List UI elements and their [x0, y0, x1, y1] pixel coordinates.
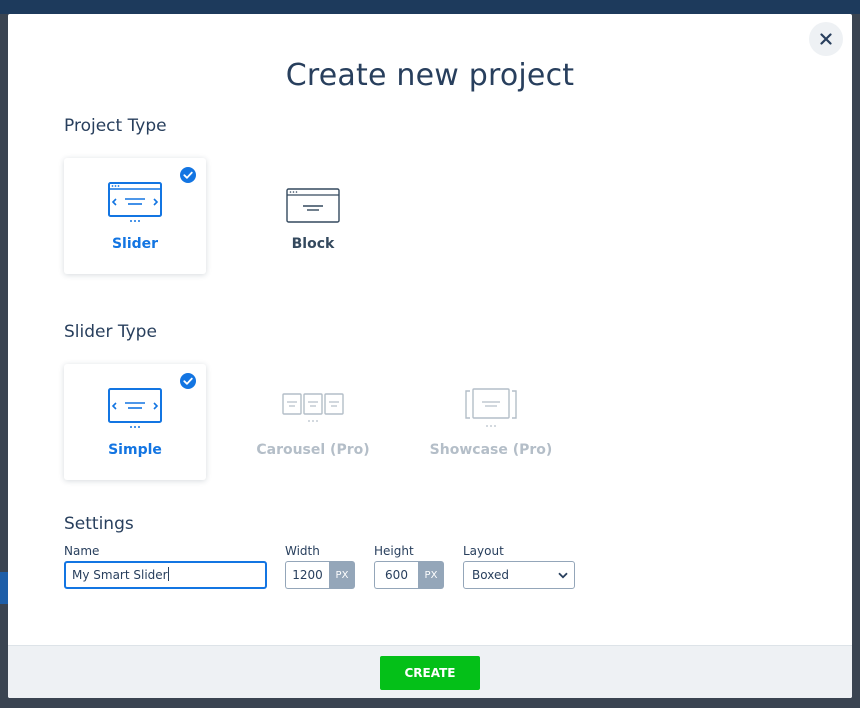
width-field: 1200 PX — [285, 561, 355, 589]
carousel-icon — [282, 393, 344, 422]
layout-label: Layout — [463, 544, 504, 558]
slider-type-showcase: Showcase (Pro) — [420, 364, 562, 480]
project-type-block-label: Block — [291, 236, 335, 252]
backdrop-element — [0, 572, 8, 604]
layout-select[interactable]: Boxed — [463, 561, 575, 589]
simple-slider-icon — [108, 388, 162, 428]
slider-icon — [108, 182, 162, 222]
close-button[interactable] — [809, 22, 843, 56]
showcase-icon — [465, 388, 517, 427]
chevron-down-icon — [558, 572, 568, 578]
name-input[interactable]: My Smart Slider — [64, 561, 267, 589]
backdrop-top — [0, 0, 860, 14]
modal-title: Create new project — [285, 58, 575, 93]
height-label: Height — [374, 544, 414, 558]
text-caret — [167, 567, 169, 581]
width-label: Width — [285, 544, 320, 558]
check-circle-icon — [180, 373, 196, 389]
settings-heading: Settings — [64, 514, 134, 534]
project-type-slider[interactable]: Slider — [64, 158, 206, 274]
slider-type-carousel: Carousel (Pro) — [242, 364, 384, 480]
width-unit: PX — [329, 561, 355, 589]
project-type-heading: Project Type — [64, 116, 167, 136]
width-input[interactable]: 1200 — [285, 561, 329, 589]
project-type-slider-label: Slider — [111, 236, 159, 252]
slider-type-simple-label: Simple — [108, 442, 162, 458]
name-value: My Smart Slider — [72, 568, 168, 582]
create-button[interactable]: CREATE — [380, 656, 480, 690]
slider-type-simple[interactable]: Simple — [64, 364, 206, 480]
slider-type-carousel-label: Carousel (Pro) — [256, 442, 370, 458]
modal-footer: CREATE — [8, 645, 852, 698]
slider-type-showcase-label: Showcase (Pro) — [429, 442, 553, 458]
height-unit: PX — [418, 561, 444, 589]
layout-value: Boxed — [472, 568, 509, 582]
create-project-modal: Create new project Project Type Slider B… — [8, 14, 852, 698]
height-input[interactable]: 600 — [374, 561, 418, 589]
height-field: 600 PX — [374, 561, 444, 589]
name-label: Name — [64, 544, 100, 558]
project-type-block[interactable]: Block — [242, 158, 384, 274]
slider-type-heading: Slider Type — [64, 322, 157, 342]
block-icon — [286, 188, 340, 223]
check-circle-icon — [180, 167, 196, 183]
close-icon — [820, 33, 832, 45]
